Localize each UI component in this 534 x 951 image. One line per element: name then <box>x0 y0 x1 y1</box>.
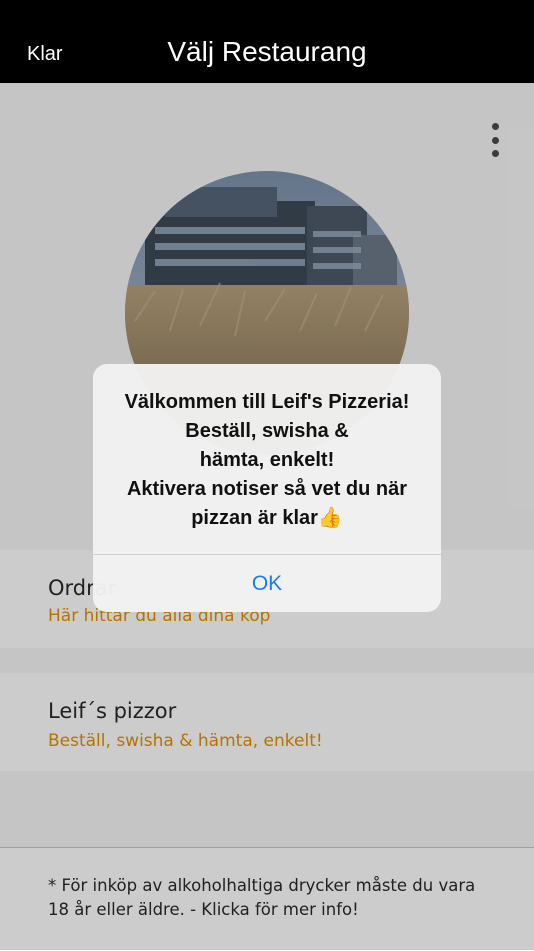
alert-line: pizzan är klar👍 <box>191 507 343 529</box>
alert-line: Aktivera notiser så vet du när <box>126 478 408 500</box>
welcome-alert: Välkommen till Leif's Pizzeria! Beställ,… <box>93 364 441 612</box>
page-title: Välj Restaurang <box>167 36 367 67</box>
alert-line: Välkommen till Leif's Pizzeria! <box>124 391 410 413</box>
ok-button[interactable]: OK <box>93 555 441 612</box>
alert-line: Beställ, swisha & <box>185 420 349 442</box>
navigation-bar: Klar Välj Restaurang <box>0 0 534 83</box>
alert-line: hämta, enkelt! <box>199 449 335 471</box>
alert-message: Välkommen till Leif's Pizzeria! Beställ,… <box>103 388 431 533</box>
